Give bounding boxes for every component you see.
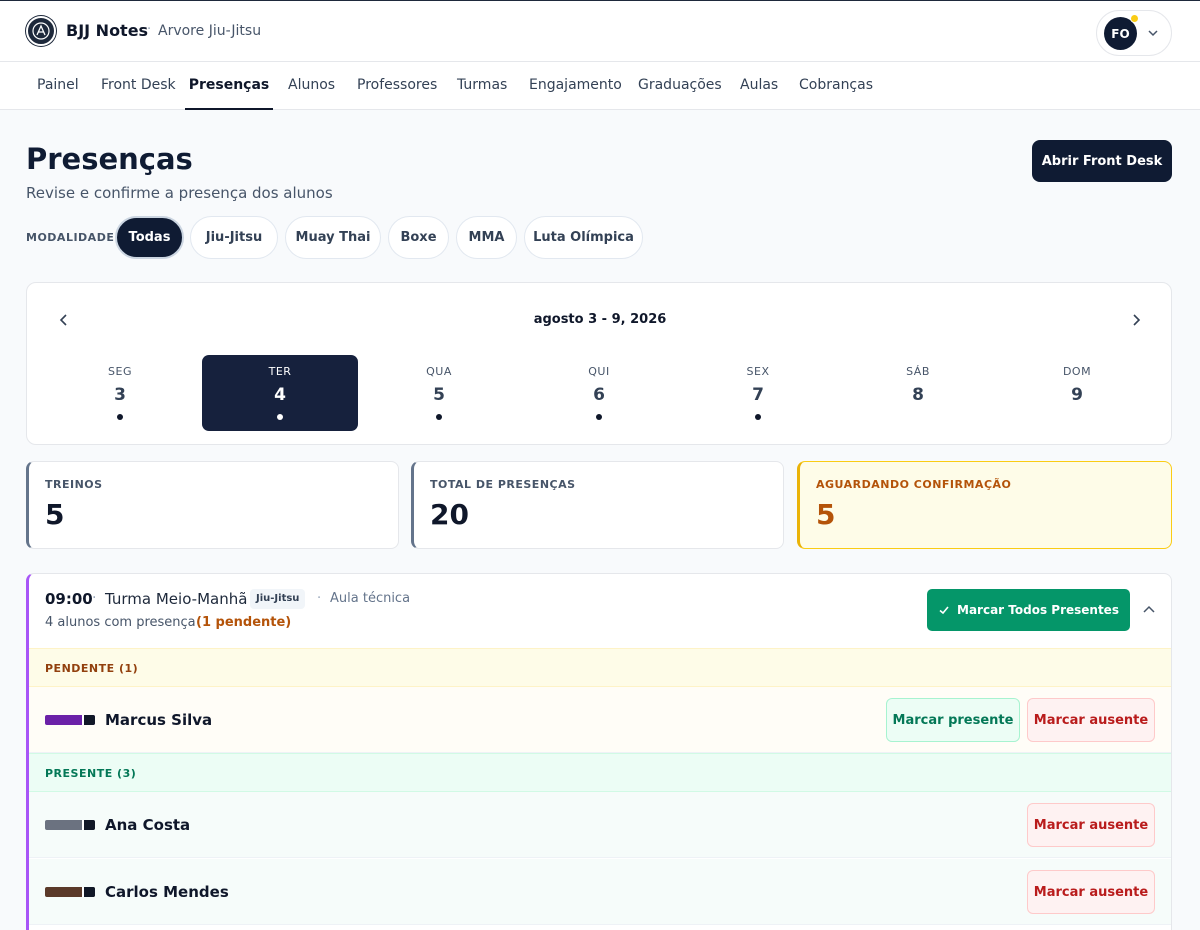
week-calendar: agosto 3 - 9, 2026 SEG 3 TER 4 QUA 5 QUI… <box>26 282 1172 445</box>
page-title: Presenças <box>26 142 193 176</box>
session-dot <box>277 414 283 420</box>
top-bar: BJJ Notes · Arvore Jiu-Jitsu FO <box>0 0 1200 62</box>
nav-graduacoes[interactable]: Graduações <box>638 62 722 110</box>
day-name: QUI <box>588 365 610 378</box>
student-name: Carlos Mendes <box>105 883 229 901</box>
attendance-count: 4 alunos com presença <box>45 615 196 630</box>
header-separator: · <box>147 22 152 37</box>
stat-label: AGUARDANDO CONFIRMAÇÃO <box>816 478 1012 491</box>
nav-cobrancas[interactable]: Cobranças <box>799 62 873 110</box>
day-number: 6 <box>593 385 605 405</box>
mark-present-button[interactable]: Marcar presente <box>886 698 1020 742</box>
user-menu[interactable]: FO <box>1096 10 1172 56</box>
pending-group-header: PENDENTE (1) <box>29 648 1171 687</box>
chevron-up-icon[interactable] <box>1141 602 1157 618</box>
session-class-name: Turma Meio-Manhã <box>105 590 248 608</box>
day-number: 8 <box>912 385 924 405</box>
day-name: TER <box>268 365 292 378</box>
stat-value: 5 <box>816 498 836 531</box>
nav-engajamento[interactable]: Engajamento <box>529 62 622 110</box>
day-sex[interactable]: SEX 7 <box>680 355 836 431</box>
mark-all-label: Marcar Todos Presentes <box>957 603 1119 617</box>
stat-label: TOTAL DE PRESENÇAS <box>430 478 576 491</box>
session-card: 09:00 · Turma Meio-Manhã Jiu-Jitsu · Aul… <box>26 573 1172 930</box>
week-range: agosto 3 - 9, 2026 <box>533 312 667 327</box>
nav-front-desk[interactable]: Front Desk <box>101 62 176 110</box>
nav-presencas[interactable]: Presenças <box>185 62 273 110</box>
academy-name: Arvore Jiu-Jitsu <box>158 23 262 39</box>
chevron-right-icon[interactable] <box>1127 311 1145 329</box>
student-row: Ana Costa Marcar ausente <box>29 792 1171 858</box>
student-row: Marcus Silva Marcar presente Marcar ause… <box>29 687 1171 753</box>
filter-jiu-jitsu[interactable]: Jiu-Jitsu <box>190 216 278 259</box>
stat-aguardando: AGUARDANDO CONFIRMAÇÃO 5 <box>797 461 1172 549</box>
day-ter[interactable]: TER 4 <box>202 355 358 431</box>
belt-purple-icon <box>45 715 95 725</box>
nav-aulas[interactable]: Aulas <box>740 62 778 110</box>
app-name[interactable]: BJJ Notes <box>66 21 148 40</box>
day-seg[interactable]: SEG 3 <box>42 355 198 431</box>
day-dom[interactable]: DOM 9 <box>999 355 1155 431</box>
belt-brown-icon <box>45 887 95 897</box>
day-sab[interactable]: SÁB 8 <box>840 355 996 431</box>
bjj-logo-icon[interactable] <box>26 16 56 46</box>
session-type: Aula técnica <box>330 591 411 606</box>
filter-muay-thai[interactable]: Muay Thai <box>285 216 381 259</box>
mark-all-present-button[interactable]: Marcar Todos Presentes <box>927 589 1130 631</box>
day-qui[interactable]: QUI 6 <box>521 355 677 431</box>
day-qua[interactable]: QUA 5 <box>361 355 517 431</box>
filter-luta-olimpica[interactable]: Luta Olímpica <box>524 216 643 259</box>
check-icon <box>939 606 949 615</box>
student-name: Ana Costa <box>105 816 191 834</box>
day-name: SEG <box>108 365 132 378</box>
chevron-down-icon <box>1148 30 1158 37</box>
stat-treinos: TREINOS 5 <box>26 461 399 549</box>
pending-count: (1 pendente) <box>196 615 292 630</box>
mark-absent-button[interactable]: Marcar ausente <box>1027 803 1155 847</box>
day-name: SEX <box>746 365 770 378</box>
stat-total-presencas: TOTAL DE PRESENÇAS 20 <box>411 461 784 549</box>
notification-dot <box>1130 14 1139 23</box>
nav-painel[interactable]: Painel <box>37 62 79 110</box>
mark-absent-button[interactable]: Marcar ausente <box>1027 870 1155 914</box>
day-number: 3 <box>114 385 126 405</box>
day-number: 7 <box>752 385 764 405</box>
belt-gray-icon <box>45 820 95 830</box>
stat-label: TREINOS <box>45 478 103 491</box>
filter-mma[interactable]: MMA <box>456 216 517 259</box>
day-number: 4 <box>274 385 286 405</box>
page-subtitle: Revise e confirme a presença dos alunos <box>26 184 333 202</box>
modality-badge: Jiu-Jitsu <box>250 589 306 609</box>
main-nav: Painel Front Desk Presenças Alunos Profe… <box>0 62 1200 110</box>
mark-absent-button[interactable]: Marcar ausente <box>1027 698 1155 742</box>
filter-todas[interactable]: Todas <box>115 216 184 259</box>
session-dot <box>436 414 442 420</box>
session-separator: · <box>317 591 322 606</box>
stat-value: 20 <box>430 498 469 531</box>
filter-boxe[interactable]: Boxe <box>388 216 449 259</box>
session-time: 09:00 <box>45 590 93 608</box>
session-dot <box>755 414 761 420</box>
open-front-desk-button[interactable]: Abrir Front Desk <box>1032 140 1172 182</box>
day-number: 9 <box>1071 385 1083 405</box>
nav-professores[interactable]: Professores <box>357 62 437 110</box>
stat-value: 5 <box>45 498 65 531</box>
session-dot <box>596 414 602 420</box>
present-group-header: PRESENTE (3) <box>29 753 1171 792</box>
day-number: 5 <box>433 385 445 405</box>
student-row: Carlos Mendes Marcar ausente <box>29 859 1171 925</box>
session-dot <box>117 414 123 420</box>
nav-turmas[interactable]: Turmas <box>457 62 507 110</box>
nav-alunos[interactable]: Alunos <box>288 62 335 110</box>
student-name: Marcus Silva <box>105 711 213 729</box>
day-name: DOM <box>1062 365 1092 378</box>
day-name: SÁB <box>906 365 930 378</box>
modality-label: MODALIDADE <box>26 231 115 244</box>
day-name: QUA <box>426 365 452 378</box>
session-separator: · <box>92 590 97 606</box>
